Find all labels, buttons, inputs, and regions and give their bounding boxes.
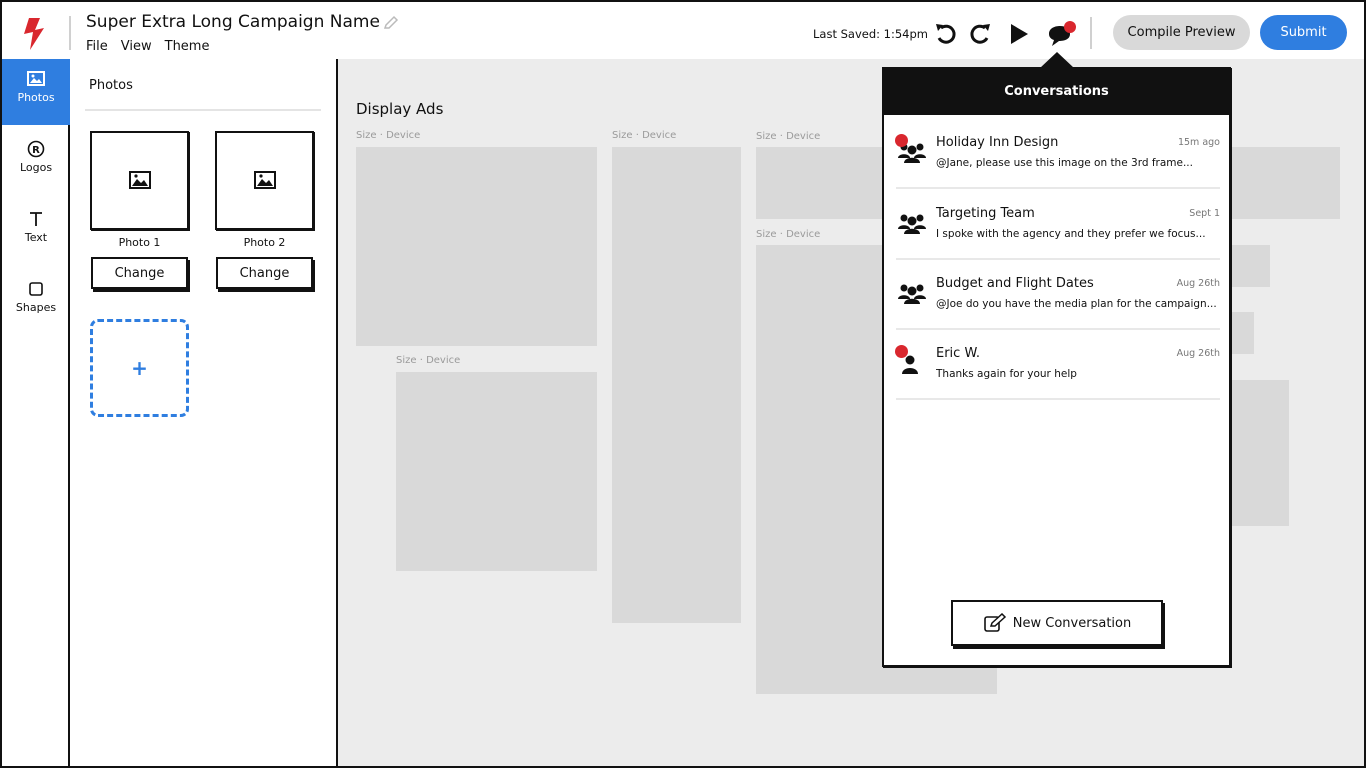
ad-placeholder[interactable] (1228, 380, 1289, 526)
conversation-preview: Thanks again for your help (936, 368, 1077, 380)
campaign-title: Super Extra Long Campaign Name (86, 12, 380, 32)
header-divider (69, 16, 71, 50)
ad-placeholder[interactable] (1228, 245, 1270, 287)
conversation-time: Sept 1 (1189, 208, 1220, 219)
conversations-title: Conversations (884, 69, 1229, 115)
conversation-preview: @Joe do you have the media plan for the … (936, 298, 1217, 310)
panel-divider (85, 109, 321, 111)
canvas-title: Display Ads (356, 100, 444, 118)
top-bar: Super Extra Long Campaign Name File View… (0, 0, 1366, 61)
compose-icon (983, 613, 1006, 632)
redo-icon[interactable] (967, 21, 993, 47)
conversation-time: Aug 26th (1176, 278, 1220, 289)
conversation-name: Budget and Flight Dates (936, 276, 1094, 291)
lightning-logo-icon[interactable] (20, 16, 48, 52)
photo-label-2: Photo 2 (243, 236, 286, 249)
tool-rail: Photos R Logos Text Shapes (0, 59, 70, 768)
rail-item-label: Shapes (15, 301, 57, 314)
undo-icon[interactable] (933, 21, 959, 47)
last-saved-status: Last Saved: 1:54pm (813, 27, 928, 41)
unread-dot (895, 345, 908, 358)
menu-file[interactable]: File (86, 39, 108, 54)
rail-item-photos[interactable]: Photos (2, 59, 70, 125)
ad-placeholder[interactable] (612, 147, 741, 623)
image-placeholder-icon (254, 171, 276, 189)
group-avatar-icon (898, 284, 926, 304)
rail-item-shapes[interactable]: Shapes (2, 269, 70, 335)
conversation-time: 15m ago (1177, 137, 1220, 148)
unread-dot (895, 134, 908, 147)
svg-text:R: R (32, 145, 40, 156)
rail-item-label: Text (24, 231, 48, 244)
rail-item-label: Photos (17, 91, 55, 104)
edit-pencil-icon[interactable] (383, 15, 399, 31)
ad-size-label: Size · Device (356, 130, 421, 141)
conversation-item[interactable]: Holiday Inn Design 15m ago @Jane, please… (895, 119, 1220, 189)
conversations-popover: Conversations Holiday Inn Design 15m ago… (882, 67, 1231, 667)
image-icon (27, 71, 45, 86)
new-conversation-button[interactable]: New Conversation (951, 600, 1163, 646)
conversation-item[interactable]: Budget and Flight Dates Aug 26th @Joe do… (896, 260, 1220, 330)
popover-arrow (1040, 52, 1074, 68)
change-photo-2-button[interactable]: Change (216, 257, 313, 289)
ad-size-label: Size · Device (612, 130, 677, 141)
photos-panel: Photos Photo 1 Change Photo 2 Change + (70, 59, 338, 768)
image-placeholder-icon (129, 171, 151, 189)
panel-title: Photos (89, 78, 133, 93)
header-divider-2 (1090, 17, 1092, 49)
change-photo-1-button[interactable]: Change (91, 257, 188, 289)
conversation-time: Aug 26th (1176, 348, 1220, 359)
menu-view[interactable]: View (121, 39, 152, 54)
ad-size-label: Size · Device (396, 355, 461, 366)
submit-button[interactable]: Submit (1260, 15, 1347, 50)
conversation-preview: I spoke with the agency and they prefer … (936, 228, 1206, 240)
square-icon (29, 282, 43, 296)
play-icon[interactable] (1006, 21, 1032, 47)
add-photo-button[interactable]: + (90, 319, 189, 417)
ad-placeholder[interactable] (356, 147, 597, 346)
new-conversation-label: New Conversation (1012, 615, 1132, 631)
conversation-item[interactable]: Targeting Team Sept 1 I spoke with the a… (896, 190, 1220, 260)
conversation-name: Holiday Inn Design (936, 135, 1059, 150)
menu-bar: File View Theme (86, 39, 209, 54)
conversation-preview: @Jane, please use this image on the 3rd … (936, 157, 1193, 169)
photo-thumbnail-1[interactable] (90, 131, 189, 230)
photo-label-1: Photo 1 (118, 236, 161, 249)
ad-placeholder[interactable] (1228, 312, 1254, 354)
ad-placeholder[interactable] (396, 372, 597, 571)
conversation-name: Eric W. (936, 346, 980, 361)
text-icon (30, 212, 42, 226)
conversation-name: Targeting Team (936, 206, 1035, 221)
ad-size-label: Size · Device (756, 229, 821, 240)
ad-size-label: Size · Device (756, 131, 821, 142)
chat-bubble-icon[interactable] (1046, 20, 1078, 50)
menu-theme[interactable]: Theme (165, 39, 210, 54)
registered-icon: R (27, 140, 45, 158)
rail-item-label: Logos (19, 161, 53, 174)
photo-thumbnail-2[interactable] (215, 131, 314, 230)
rail-item-text[interactable]: Text (2, 199, 70, 265)
rail-item-logos[interactable]: R Logos (2, 129, 70, 195)
compile-preview-button[interactable]: Compile Preview (1113, 15, 1250, 50)
conversation-item[interactable]: Eric W. Aug 26th Thanks again for your h… (895, 330, 1220, 400)
group-avatar-icon (898, 214, 926, 234)
